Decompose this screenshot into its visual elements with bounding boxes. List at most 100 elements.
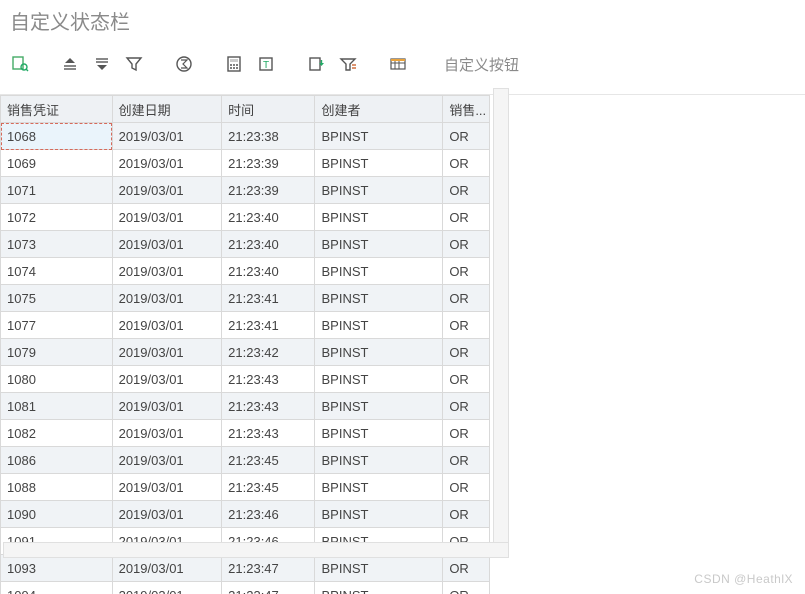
alv-grid[interactable]: 销售凭证 创建日期 时间 创建者 销售... 10682019/03/0121:… — [0, 95, 490, 594]
cell-creator[interactable]: BPINST — [315, 582, 443, 594]
cell-time[interactable]: 21:23:43 — [222, 366, 315, 393]
cell-sales-doc[interactable]: 1073 — [1, 231, 113, 258]
cell-sales-doc[interactable]: 1090 — [1, 501, 113, 528]
cell-create-date[interactable]: 2019/03/01 — [112, 177, 222, 204]
cell-sales-doc[interactable]: 1086 — [1, 447, 113, 474]
table-row[interactable]: 10822019/03/0121:23:43BPINSTOR — [1, 420, 490, 447]
table-row[interactable]: 10712019/03/0121:23:39BPINSTOR — [1, 177, 490, 204]
cell-create-date[interactable]: 2019/03/01 — [112, 258, 222, 285]
table-row[interactable]: 10812019/03/0121:23:43BPINSTOR — [1, 393, 490, 420]
cell-creator[interactable]: BPINST — [315, 366, 443, 393]
cell-sales-type[interactable]: OR — [443, 582, 490, 594]
cell-sales-type[interactable]: OR — [443, 420, 490, 447]
cell-sales-type[interactable]: OR — [443, 231, 490, 258]
cell-creator[interactable]: BPINST — [315, 339, 443, 366]
cell-sales-type[interactable]: OR — [443, 312, 490, 339]
cell-sales-type[interactable]: OR — [443, 285, 490, 312]
cell-time[interactable]: 21:23:45 — [222, 447, 315, 474]
cell-creator[interactable]: BPINST — [315, 393, 443, 420]
cell-sales-type[interactable]: OR — [443, 474, 490, 501]
cell-sales-type[interactable]: OR — [443, 150, 490, 177]
sort-desc-icon[interactable] — [88, 51, 116, 77]
cell-creator[interactable]: BPINST — [315, 204, 443, 231]
cell-sales-doc[interactable]: 1071 — [1, 177, 113, 204]
cell-time[interactable]: 21:23:45 — [222, 474, 315, 501]
cell-time[interactable]: 21:23:39 — [222, 150, 315, 177]
cell-time[interactable]: 21:23:40 — [222, 258, 315, 285]
cell-creator[interactable]: BPINST — [315, 312, 443, 339]
text-icon[interactable]: T — [252, 51, 280, 77]
table-row[interactable]: 10802019/03/0121:23:43BPINSTOR — [1, 366, 490, 393]
col-creator[interactable]: 创建者 — [315, 96, 443, 123]
custom-button-label[interactable]: 自定义按钮 — [444, 54, 519, 75]
cell-sales-type[interactable]: OR — [443, 555, 490, 582]
table-row[interactable]: 10902019/03/0121:23:46BPINSTOR — [1, 501, 490, 528]
cell-create-date[interactable]: 2019/03/01 — [112, 393, 222, 420]
table-row[interactable]: 10722019/03/0121:23:40BPINSTOR — [1, 204, 490, 231]
cell-sales-doc[interactable]: 1081 — [1, 393, 113, 420]
cell-time[interactable]: 21:23:43 — [222, 420, 315, 447]
table-row[interactable]: 10682019/03/0121:23:38BPINSTOR — [1, 123, 490, 150]
cell-create-date[interactable]: 2019/03/01 — [112, 501, 222, 528]
cell-time[interactable]: 21:23:41 — [222, 312, 315, 339]
cell-create-date[interactable]: 2019/03/01 — [112, 366, 222, 393]
cell-sales-doc[interactable]: 1069 — [1, 150, 113, 177]
cell-creator[interactable]: BPINST — [315, 150, 443, 177]
cell-create-date[interactable]: 2019/03/01 — [112, 231, 222, 258]
cell-sales-type[interactable]: OR — [443, 393, 490, 420]
cell-time[interactable]: 21:23:41 — [222, 285, 315, 312]
table-row[interactable]: 10862019/03/0121:23:45BPINSTOR — [1, 447, 490, 474]
col-sales-doc[interactable]: 销售凭证 — [1, 96, 113, 123]
cell-sales-type[interactable]: OR — [443, 501, 490, 528]
layout-icon[interactable] — [334, 51, 362, 77]
cell-sales-type[interactable]: OR — [443, 123, 490, 150]
col-time[interactable]: 时间 — [222, 96, 315, 123]
cell-create-date[interactable]: 2019/03/01 — [112, 582, 222, 594]
cell-creator[interactable]: BPINST — [315, 474, 443, 501]
sort-asc-icon[interactable] — [56, 51, 84, 77]
table-row[interactable]: 10692019/03/0121:23:39BPINSTOR — [1, 150, 490, 177]
table-row[interactable]: 10752019/03/0121:23:41BPINSTOR — [1, 285, 490, 312]
table-row[interactable]: 10732019/03/0121:23:40BPINSTOR — [1, 231, 490, 258]
cell-creator[interactable]: BPINST — [315, 258, 443, 285]
cell-creator[interactable]: BPINST — [315, 555, 443, 582]
table-row[interactable]: 10932019/03/0121:23:47BPINSTOR — [1, 555, 490, 582]
cell-create-date[interactable]: 2019/03/01 — [112, 285, 222, 312]
cell-creator[interactable]: BPINST — [315, 177, 443, 204]
cell-time[interactable]: 21:23:40 — [222, 231, 315, 258]
cell-sales-doc[interactable]: 1068 — [1, 123, 113, 150]
cell-creator[interactable]: BPINST — [315, 231, 443, 258]
cell-sales-doc[interactable]: 1077 — [1, 312, 113, 339]
table-row[interactable]: 10942019/03/0121:23:47BPINSTOR — [1, 582, 490, 594]
cell-create-date[interactable]: 2019/03/01 — [112, 339, 222, 366]
cell-creator[interactable]: BPINST — [315, 501, 443, 528]
table-row[interactable]: 10882019/03/0121:23:45BPINSTOR — [1, 474, 490, 501]
cell-sales-doc[interactable]: 1079 — [1, 339, 113, 366]
cell-sales-type[interactable]: OR — [443, 339, 490, 366]
cell-sales-type[interactable]: OR — [443, 447, 490, 474]
cell-sales-doc[interactable]: 1074 — [1, 258, 113, 285]
cell-create-date[interactable]: 2019/03/01 — [112, 123, 222, 150]
cell-time[interactable]: 21:23:39 — [222, 177, 315, 204]
col-create-date[interactable]: 创建日期 — [112, 96, 222, 123]
cell-create-date[interactable]: 2019/03/01 — [112, 447, 222, 474]
cell-time[interactable]: 21:23:40 — [222, 204, 315, 231]
cell-sales-doc[interactable]: 1072 — [1, 204, 113, 231]
cell-create-date[interactable]: 2019/03/01 — [112, 420, 222, 447]
cell-sales-type[interactable]: OR — [443, 258, 490, 285]
calc-icon[interactable] — [220, 51, 248, 77]
cell-sales-doc[interactable]: 1080 — [1, 366, 113, 393]
vertical-scrollbar[interactable] — [493, 88, 509, 544]
details-icon[interactable] — [6, 51, 34, 77]
cell-sales-doc[interactable]: 1094 — [1, 582, 113, 594]
cell-sales-type[interactable]: OR — [443, 177, 490, 204]
cell-sales-doc[interactable]: 1082 — [1, 420, 113, 447]
cell-creator[interactable]: BPINST — [315, 123, 443, 150]
cell-time[interactable]: 21:23:46 — [222, 501, 315, 528]
col-sales-type[interactable]: 销售... — [443, 96, 490, 123]
cell-create-date[interactable]: 2019/03/01 — [112, 555, 222, 582]
cell-creator[interactable]: BPINST — [315, 447, 443, 474]
cell-create-date[interactable]: 2019/03/01 — [112, 312, 222, 339]
table-row[interactable]: 10742019/03/0121:23:40BPINSTOR — [1, 258, 490, 285]
cell-time[interactable]: 21:23:43 — [222, 393, 315, 420]
